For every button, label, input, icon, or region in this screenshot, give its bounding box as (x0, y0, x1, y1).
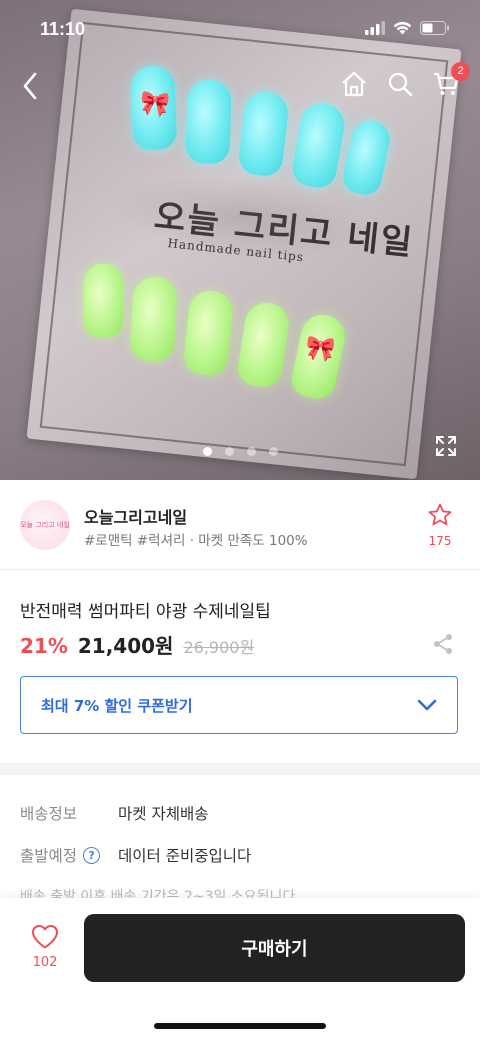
star-icon (428, 503, 452, 526)
bow-icon: 🎀 (304, 333, 337, 365)
home-indicator (154, 1023, 326, 1029)
buy-button[interactable]: 구매하기 (84, 914, 465, 982)
nail-tip (185, 78, 233, 165)
home-icon (342, 71, 366, 97)
seller-name[interactable]: 오늘그리고네일 (84, 504, 187, 528)
original-price: 26,900원 (183, 638, 255, 657)
top-nav-actions: 2 (338, 62, 470, 100)
coupon-button[interactable]: 최대 7% 할인 쿠폰받기 (20, 676, 458, 734)
departure-label-wrap: 출발예정 ? (20, 844, 118, 866)
delivery-label: 배송정보 (20, 805, 78, 823)
like-count: 102 (32, 955, 58, 970)
home-button[interactable] (338, 68, 370, 100)
favorite-seller-button[interactable]: 175 (420, 502, 460, 548)
chevron-down-icon (417, 699, 437, 711)
expand-icon (436, 436, 456, 456)
price-row: 21% 21,400원 26,900원 (20, 630, 254, 659)
nail-tip (235, 299, 292, 390)
delivery-value: 마켓 자체배송 (118, 805, 209, 823)
share-icon (434, 634, 452, 654)
departure-info-row: 출발예정 ? 데이터 준비중입니다 (20, 844, 251, 866)
pagination-dot[interactable] (224, 447, 234, 456)
heart-icon (32, 925, 58, 949)
nail-tip (237, 89, 290, 178)
battery-icon (420, 21, 449, 35)
share-button[interactable] (432, 633, 454, 655)
delivery-info-row: 배송정보 마켓 자체배송 (20, 802, 209, 824)
cart-count-badge: 2 (451, 62, 470, 81)
seller-avatar-text: 오늘 그리고 네일 (20, 520, 70, 529)
wifi-icon (393, 21, 412, 35)
pagination-dot[interactable] (202, 447, 212, 456)
product-title: 반전매력 썸머파티 야광 수제네일팁 (20, 602, 271, 622)
seller-tags: #로맨틱 #럭셔리 · 마켓 만족도 100% (84, 533, 308, 549)
seller-section[interactable]: 오늘 그리고 네일 오늘그리고네일 #로맨틱 #럭셔리 · 마켓 만족도 100… (0, 480, 480, 570)
section-divider (0, 763, 480, 775)
cellular-signal-icon (365, 21, 385, 35)
bottom-purchase-bar: 102 구매하기 (0, 898, 480, 1039)
nail-tip (129, 275, 178, 363)
back-button[interactable] (14, 66, 46, 106)
pagination-dot[interactable] (268, 447, 278, 456)
nail-tip (83, 263, 124, 338)
package-subtitle: Handmade nail tips (166, 236, 305, 265)
like-button[interactable]: 102 (22, 924, 68, 970)
departure-value: 데이터 준비중입니다 (118, 847, 252, 865)
nail-tip (340, 117, 394, 198)
pagination-dot[interactable] (246, 447, 256, 456)
cart-button[interactable]: 2 (430, 62, 470, 100)
chevron-left-icon (23, 72, 37, 100)
search-icon (388, 72, 413, 97)
bow-icon: 🎀 (138, 88, 172, 120)
nail-tip (289, 100, 348, 191)
departure-label: 출발예정 (20, 847, 78, 865)
status-time: 11:10 (40, 19, 86, 39)
package-title: 오늘 그리고 네일 (152, 196, 416, 264)
favorite-count: 175 (428, 534, 452, 548)
image-pagination (0, 447, 480, 456)
status-bar: 11:10 (0, 0, 480, 58)
coupon-label: 최대 7% 할인 쿠폰받기 (41, 696, 193, 715)
status-icons (365, 21, 450, 35)
discount-rate: 21% (20, 634, 68, 658)
search-button[interactable] (384, 68, 416, 100)
seller-avatar[interactable]: 오늘 그리고 네일 (20, 500, 70, 550)
nail-tip (182, 288, 235, 377)
sale-price: 21,400원 (77, 634, 174, 658)
help-icon[interactable]: ? (83, 846, 101, 864)
fullscreen-button[interactable] (432, 432, 460, 460)
